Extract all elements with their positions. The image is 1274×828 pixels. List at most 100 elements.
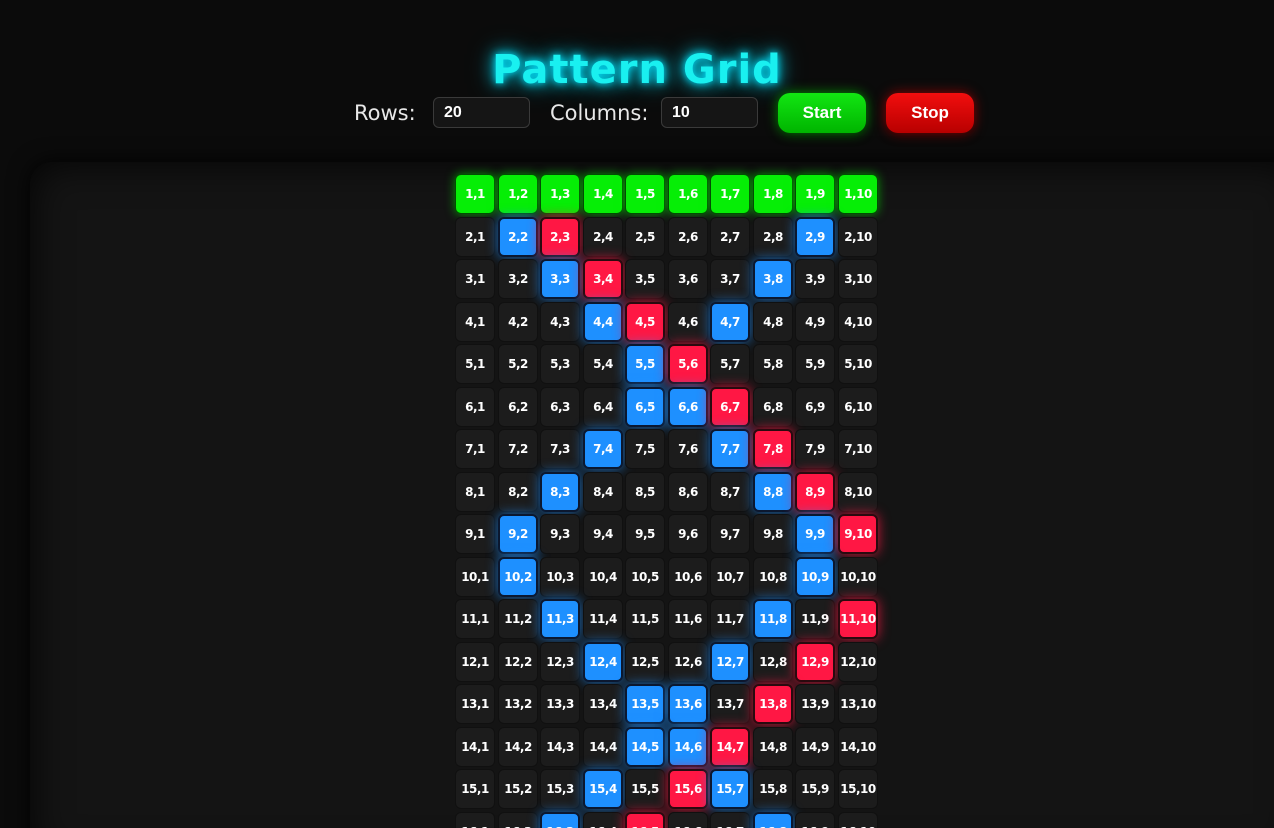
grid-cell[interactable]: 12,3 xyxy=(540,642,580,682)
grid-cell[interactable]: 11,4 xyxy=(583,599,623,639)
grid-cell[interactable]: 8,8 xyxy=(753,472,793,512)
grid-cell[interactable]: 14,7 xyxy=(710,727,750,767)
grid-cell[interactable]: 16,9 xyxy=(795,812,835,828)
grid-cell[interactable]: 8,4 xyxy=(583,472,623,512)
grid-cell[interactable]: 12,5 xyxy=(625,642,665,682)
grid-cell[interactable]: 11,9 xyxy=(795,599,835,639)
grid-cell[interactable]: 16,10 xyxy=(838,812,878,828)
grid-cell[interactable]: 16,2 xyxy=(498,812,538,828)
grid-cell[interactable]: 2,6 xyxy=(668,217,708,257)
grid-cell[interactable]: 15,3 xyxy=(540,769,580,809)
grid-cell[interactable]: 16,1 xyxy=(455,812,495,828)
grid-cell[interactable]: 3,4 xyxy=(583,259,623,299)
grid-cell[interactable]: 9,7 xyxy=(710,514,750,554)
grid-cell[interactable]: 2,9 xyxy=(795,217,835,257)
grid-cell[interactable]: 4,3 xyxy=(540,302,580,342)
grid-cell[interactable]: 10,7 xyxy=(710,557,750,597)
grid-cell[interactable]: 12,2 xyxy=(498,642,538,682)
grid-cell[interactable]: 14,4 xyxy=(583,727,623,767)
grid-cell[interactable]: 14,5 xyxy=(625,727,665,767)
grid-cell[interactable]: 7,4 xyxy=(583,429,623,469)
grid-cell[interactable]: 3,9 xyxy=(795,259,835,299)
grid-cell[interactable]: 5,6 xyxy=(668,344,708,384)
grid-cell[interactable]: 2,4 xyxy=(583,217,623,257)
grid-cell[interactable]: 6,4 xyxy=(583,387,623,427)
grid-cell[interactable]: 7,3 xyxy=(540,429,580,469)
grid-cell[interactable]: 13,8 xyxy=(753,684,793,724)
grid-cell[interactable]: 8,5 xyxy=(625,472,665,512)
grid-cell[interactable]: 14,6 xyxy=(668,727,708,767)
grid-cell[interactable]: 8,3 xyxy=(540,472,580,512)
grid-cell[interactable]: 4,7 xyxy=(710,302,750,342)
grid-cell[interactable]: 1,2 xyxy=(498,174,538,214)
grid-cell[interactable]: 11,7 xyxy=(710,599,750,639)
grid-cell[interactable]: 5,10 xyxy=(838,344,878,384)
grid-cell[interactable]: 12,10 xyxy=(838,642,878,682)
grid-cell[interactable]: 2,1 xyxy=(455,217,495,257)
grid-cell[interactable]: 16,7 xyxy=(710,812,750,828)
grid-cell[interactable]: 3,6 xyxy=(668,259,708,299)
grid-cell[interactable]: 1,1 xyxy=(455,174,495,214)
grid-cell[interactable]: 9,1 xyxy=(455,514,495,554)
grid-cell[interactable]: 12,4 xyxy=(583,642,623,682)
grid-cell[interactable]: 14,10 xyxy=(838,727,878,767)
start-button[interactable]: Start xyxy=(778,93,866,133)
grid-cell[interactable]: 2,2 xyxy=(498,217,538,257)
grid-cell[interactable]: 2,7 xyxy=(710,217,750,257)
rows-input[interactable] xyxy=(433,97,530,128)
grid-cell[interactable]: 5,3 xyxy=(540,344,580,384)
grid-cell[interactable]: 9,6 xyxy=(668,514,708,554)
grid-cell[interactable]: 11,5 xyxy=(625,599,665,639)
grid-cell[interactable]: 10,8 xyxy=(753,557,793,597)
grid-cell[interactable]: 11,8 xyxy=(753,599,793,639)
grid-cell[interactable]: 6,6 xyxy=(668,387,708,427)
grid-cell[interactable]: 10,3 xyxy=(540,557,580,597)
grid-cell[interactable]: 10,6 xyxy=(668,557,708,597)
grid-cell[interactable]: 5,8 xyxy=(753,344,793,384)
grid-cell[interactable]: 4,5 xyxy=(625,302,665,342)
grid-cell[interactable]: 10,2 xyxy=(498,557,538,597)
grid-cell[interactable]: 12,7 xyxy=(710,642,750,682)
grid-cell[interactable]: 1,5 xyxy=(625,174,665,214)
grid-cell[interactable]: 11,10 xyxy=(838,599,878,639)
grid-cell[interactable]: 4,2 xyxy=(498,302,538,342)
grid-cell[interactable]: 6,3 xyxy=(540,387,580,427)
grid-cell[interactable]: 3,5 xyxy=(625,259,665,299)
grid-cell[interactable]: 15,8 xyxy=(753,769,793,809)
grid-cell[interactable]: 13,1 xyxy=(455,684,495,724)
grid-cell[interactable]: 13,7 xyxy=(710,684,750,724)
grid-cell[interactable]: 10,1 xyxy=(455,557,495,597)
grid-cell[interactable]: 8,10 xyxy=(838,472,878,512)
grid-cell[interactable]: 10,4 xyxy=(583,557,623,597)
grid-cell[interactable]: 16,8 xyxy=(753,812,793,828)
grid-cell[interactable]: 5,5 xyxy=(625,344,665,384)
grid-cell[interactable]: 4,8 xyxy=(753,302,793,342)
grid-cell[interactable]: 7,1 xyxy=(455,429,495,469)
grid-cell[interactable]: 7,5 xyxy=(625,429,665,469)
grid-cell[interactable]: 7,9 xyxy=(795,429,835,469)
grid-cell[interactable]: 5,1 xyxy=(455,344,495,384)
grid-cell[interactable]: 13,5 xyxy=(625,684,665,724)
grid-cell[interactable]: 14,1 xyxy=(455,727,495,767)
grid-cell[interactable]: 14,9 xyxy=(795,727,835,767)
grid-cell[interactable]: 14,3 xyxy=(540,727,580,767)
grid-cell[interactable]: 4,6 xyxy=(668,302,708,342)
grid-cell[interactable]: 3,1 xyxy=(455,259,495,299)
grid-cell[interactable]: 6,2 xyxy=(498,387,538,427)
grid-cell[interactable]: 9,8 xyxy=(753,514,793,554)
grid-cell[interactable]: 9,3 xyxy=(540,514,580,554)
grid-cell[interactable]: 13,2 xyxy=(498,684,538,724)
grid-cell[interactable]: 3,10 xyxy=(838,259,878,299)
grid-cell[interactable]: 4,1 xyxy=(455,302,495,342)
grid-cell[interactable]: 8,9 xyxy=(795,472,835,512)
grid-cell[interactable]: 10,9 xyxy=(795,557,835,597)
grid-cell[interactable]: 13,3 xyxy=(540,684,580,724)
grid-cell[interactable]: 12,9 xyxy=(795,642,835,682)
grid-cell[interactable]: 3,3 xyxy=(540,259,580,299)
grid-cell[interactable]: 12,1 xyxy=(455,642,495,682)
grid-cell[interactable]: 10,5 xyxy=(625,557,665,597)
grid-cell[interactable]: 13,9 xyxy=(795,684,835,724)
grid-cell[interactable]: 7,7 xyxy=(710,429,750,469)
grid-cell[interactable]: 5,9 xyxy=(795,344,835,384)
grid-cell[interactable]: 7,10 xyxy=(838,429,878,469)
